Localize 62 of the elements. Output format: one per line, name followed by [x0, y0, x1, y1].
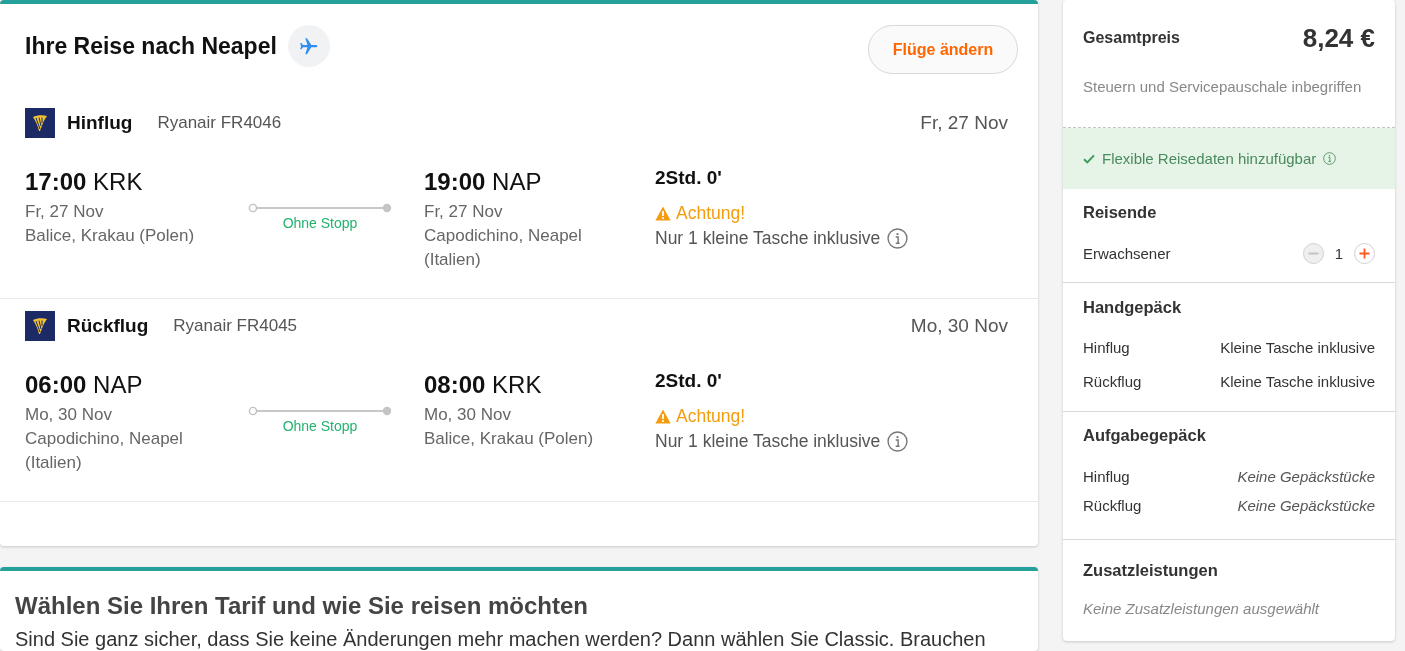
harp-logo-icon	[25, 108, 55, 138]
traveller-count: 1	[1334, 244, 1343, 262]
change-flights-button[interactable]: Flüge ändern	[868, 25, 1018, 74]
departure-airport: Balice, Krakau (Polen)	[25, 225, 196, 247]
arrival-airport: Balice, Krakau (Polen)	[424, 428, 595, 450]
flight-number: Ryanair FR4045	[173, 316, 298, 336]
baggage-value: Keine Gepäckstücke	[1237, 467, 1375, 485]
fare-description: Sind Sie ganz sicher, dass Sie keine Änderungen mehr machen werden? Dann wählen Sie Classic. Brauchen	[15, 628, 987, 650]
flight-route-icon	[248, 406, 392, 416]
airplane-icon	[287, 25, 330, 67]
flight-duration: 2Std. 0'	[655, 166, 722, 190]
flight-direction: Rückflug	[67, 315, 149, 337]
baggage-leg-label: Hinflug	[1083, 467, 1130, 485]
section-title: Aufgabegepäck	[1083, 425, 1207, 446]
traveller-label: Erwachsener	[1083, 244, 1171, 262]
section-title: Reisende	[1083, 202, 1158, 223]
baggage-leg-label: Rückflug	[1083, 372, 1142, 390]
section-title: Handgepäck	[1083, 297, 1183, 318]
flight-number: Ryanair FR4046	[157, 113, 282, 133]
departure-date: Mo, 30 Nov	[25, 404, 112, 426]
arrival-date: Mo, 30 Nov	[424, 404, 511, 426]
warning-label: Achtung!	[676, 405, 746, 427]
warning-label: Achtung!	[676, 202, 746, 224]
extras-note: Keine Zusatzleistungen ausgewählt	[1083, 599, 1321, 619]
stops-label: Ohne Stopp	[281, 418, 359, 434]
section-title: Zusatzleistungen	[1083, 560, 1219, 581]
departure-date: Fr, 27 Nov	[25, 201, 104, 223]
price-note: Steuern und Servicepauschale inbegriffen	[1083, 78, 1363, 96]
flight-duration: 2Std. 0'	[655, 369, 722, 393]
total-price: 8,24 €	[1302, 22, 1375, 54]
flight-direction: Hinflug	[67, 112, 133, 134]
baggage-leg-label: Rückflug	[1083, 496, 1142, 514]
flight-date: Mo, 30 Nov	[910, 315, 1008, 337]
total-label: Gesamtpreis	[1083, 29, 1180, 47]
departure-airport: Capodichino, Neapel (Italien)	[25, 428, 184, 474]
flex-notice-text: Flexible Reisedaten hinzufügbar	[1102, 150, 1317, 167]
baggage-note: Nur 1 kleine Tasche inklusive	[655, 430, 881, 452]
baggage-value: Keine Gepäckstücke	[1237, 496, 1375, 514]
arrival-airport: Capodichino, Neapel (Italien)	[424, 225, 583, 271]
increase-button[interactable]	[1354, 242, 1375, 264]
plus-icon	[1358, 246, 1371, 260]
arrival-time: 19:00 NAP	[424, 167, 542, 197]
info-icon[interactable]	[1323, 152, 1337, 165]
trip-title: Ihre Reise nach Neapel	[25, 32, 277, 61]
info-icon[interactable]	[887, 227, 909, 249]
fare-title: Wählen Sie Ihren Tarif und wie Sie reisen möchten	[15, 592, 589, 620]
departure-time: 06:00 NAP	[25, 370, 143, 400]
flight-date: Fr, 27 Nov	[920, 112, 1008, 134]
info-icon[interactable]	[887, 430, 909, 452]
baggage-value: Kleine Tasche inklusive	[1220, 338, 1375, 356]
warning-icon	[655, 205, 671, 221]
flight-route-icon	[248, 203, 392, 213]
warning-icon	[655, 408, 671, 424]
baggage-note: Nur 1 kleine Tasche inklusive	[655, 227, 881, 249]
baggage-value: Kleine Tasche inklusive	[1220, 372, 1375, 390]
stops-label: Ohne Stopp	[281, 215, 359, 231]
arrival-time: 08:00 KRK	[424, 370, 542, 400]
baggage-leg-label: Hinflug	[1083, 338, 1130, 356]
harp-logo-icon	[25, 311, 55, 341]
departure-time: 17:00 KRK	[25, 167, 143, 197]
check-icon	[1083, 153, 1095, 164]
arrival-date: Fr, 27 Nov	[424, 201, 503, 223]
